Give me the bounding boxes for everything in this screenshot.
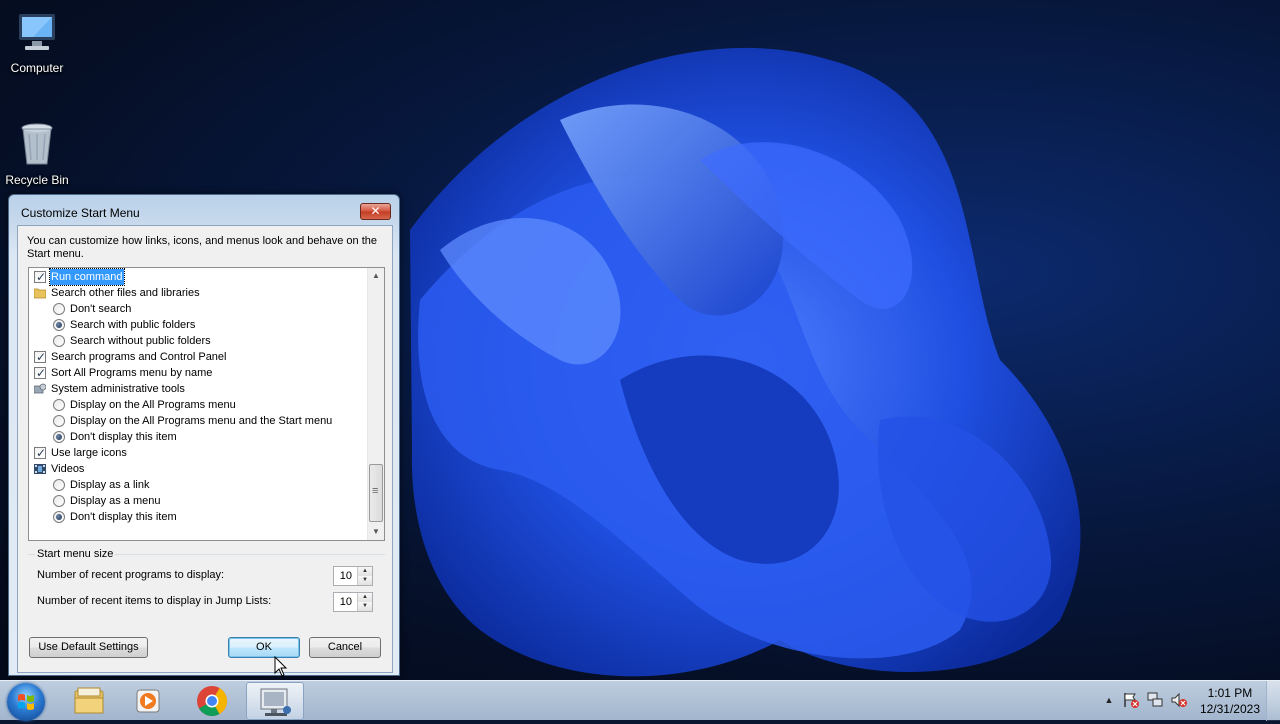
- start-menu-size-group: Start menu size Number of recent program…: [28, 548, 385, 620]
- desktop: Computer Recycle Bin Customize Start Men…: [0, 0, 1280, 680]
- windows-logo-icon: [18, 694, 34, 710]
- option-label: Don't display this item: [70, 431, 177, 443]
- radio-button[interactable]: [53, 511, 65, 523]
- stepper-down-icon[interactable]: ▼: [357, 602, 372, 611]
- radio-button[interactable]: [53, 399, 65, 411]
- option-label: Use large icons: [51, 447, 127, 459]
- intro-text: You can customize how links, icons, and …: [27, 235, 377, 260]
- taskbar-chrome[interactable]: [183, 682, 241, 720]
- stepper-up-icon[interactable]: ▲: [357, 567, 372, 576]
- computer-icon: [19, 14, 55, 50]
- system-clock[interactable]: 1:01 PM 12/31/2023: [1200, 685, 1260, 717]
- customize-start-menu-dialog: Customize Start Menu ✕ You can customize…: [8, 194, 400, 676]
- taskbar: ▲ 1:01 PM 12/31/2023: [0, 680, 1280, 721]
- checkbox[interactable]: [34, 365, 46, 381]
- mouse-cursor-icon: [274, 656, 288, 677]
- radio-button[interactable]: [53, 479, 65, 491]
- radio-button[interactable]: [53, 319, 65, 331]
- cancel-button[interactable]: Cancel: [309, 637, 381, 658]
- checkbox[interactable]: [34, 269, 46, 285]
- option-label: System administrative tools: [51, 383, 185, 395]
- options-scrollbar[interactable]: ▲ ▼: [367, 268, 384, 540]
- radio-button[interactable]: [53, 303, 65, 315]
- start-menu-size-legend: Start menu size: [35, 548, 116, 560]
- clock-date: 12/31/2023: [1199, 702, 1260, 716]
- taskbar-windows-explorer[interactable]: [60, 682, 118, 720]
- dialog-body: You can customize how links, icons, and …: [17, 225, 393, 673]
- desktop-icon-label: Computer: [10, 61, 64, 75]
- jump-list-label: Number of recent items to display in Jum…: [37, 595, 272, 607]
- option-label: Search without public folders: [70, 335, 211, 347]
- stepper-up-icon[interactable]: ▲: [357, 593, 372, 602]
- option-label: Don't display this item: [70, 511, 177, 523]
- videos-icon: [34, 464, 46, 474]
- media-player-icon: [136, 689, 160, 713]
- volume-muted-icon[interactable]: [1170, 691, 1188, 709]
- dialog-title: Customize Start Menu: [21, 206, 140, 220]
- scroll-up-arrow-icon[interactable]: ▲: [368, 268, 384, 284]
- recent-programs-label: Number of recent programs to display:: [37, 569, 225, 581]
- use-default-settings-button[interactable]: Use Default Settings: [29, 637, 148, 658]
- radio-button[interactable]: [53, 495, 65, 507]
- option-label: Don't search: [70, 303, 132, 315]
- taskbar-media-player[interactable]: [120, 682, 178, 720]
- option-label: Search programs and Control Panel: [51, 351, 227, 363]
- radio-button[interactable]: [53, 415, 65, 427]
- stepper-down-icon[interactable]: ▼: [357, 576, 372, 585]
- jump-list-stepper[interactable]: 10 ▲ ▼: [333, 592, 373, 612]
- option-label: Run command: [49, 268, 125, 286]
- scrollbar-thumb[interactable]: [369, 464, 383, 522]
- option-label: Display as a link: [70, 479, 150, 491]
- option-label: Display on the All Programs menu: [70, 399, 236, 411]
- taskbar-control-panel[interactable]: [246, 682, 304, 720]
- recycle-bin-icon: [21, 123, 53, 165]
- windows-explorer-icon: [74, 687, 104, 714]
- jump-list-value: 10: [339, 596, 352, 608]
- option-label: Display as a menu: [70, 495, 161, 507]
- desktop-icon-label: Recycle Bin: [5, 173, 69, 187]
- control-panel-icon: [260, 688, 291, 716]
- show-desktop-button[interactable]: [1266, 681, 1280, 721]
- ok-button[interactable]: OK: [228, 637, 300, 658]
- folder-icon: [34, 288, 46, 299]
- show-hidden-icons-arrow[interactable]: ▲: [1100, 691, 1118, 709]
- option-label: Search other files and libraries: [51, 287, 200, 299]
- desktop-icon-computer[interactable]: Computer: [0, 8, 74, 75]
- option-label: Search with public folders: [70, 319, 196, 331]
- desktop-icon-recycle-bin[interactable]: Recycle Bin: [0, 120, 74, 187]
- option-label: Display on the All Programs menu and the…: [70, 415, 333, 427]
- network-icon[interactable]: [1146, 691, 1164, 709]
- clock-time: 1:01 PM: [1207, 686, 1253, 700]
- chrome-icon: [197, 686, 227, 717]
- close-button[interactable]: ✕: [360, 203, 391, 220]
- start-menu-options-list[interactable]: Run command Search other files and libra…: [28, 267, 385, 541]
- recent-programs-value: 10: [339, 570, 352, 582]
- admin-tools-icon: [34, 383, 46, 394]
- option-label: Videos: [51, 463, 85, 475]
- scroll-down-arrow-icon[interactable]: ▼: [368, 524, 384, 540]
- action-center-icon[interactable]: [1122, 691, 1140, 709]
- radio-button[interactable]: [53, 335, 65, 347]
- close-icon: ✕: [370, 204, 381, 218]
- option-label: Sort All Programs menu by name: [51, 367, 213, 379]
- checkbox[interactable]: [34, 445, 46, 461]
- radio-button[interactable]: [53, 431, 65, 443]
- recent-programs-stepper[interactable]: 10 ▲ ▼: [333, 566, 373, 586]
- checkbox[interactable]: [34, 349, 46, 365]
- start-button[interactable]: [7, 683, 45, 721]
